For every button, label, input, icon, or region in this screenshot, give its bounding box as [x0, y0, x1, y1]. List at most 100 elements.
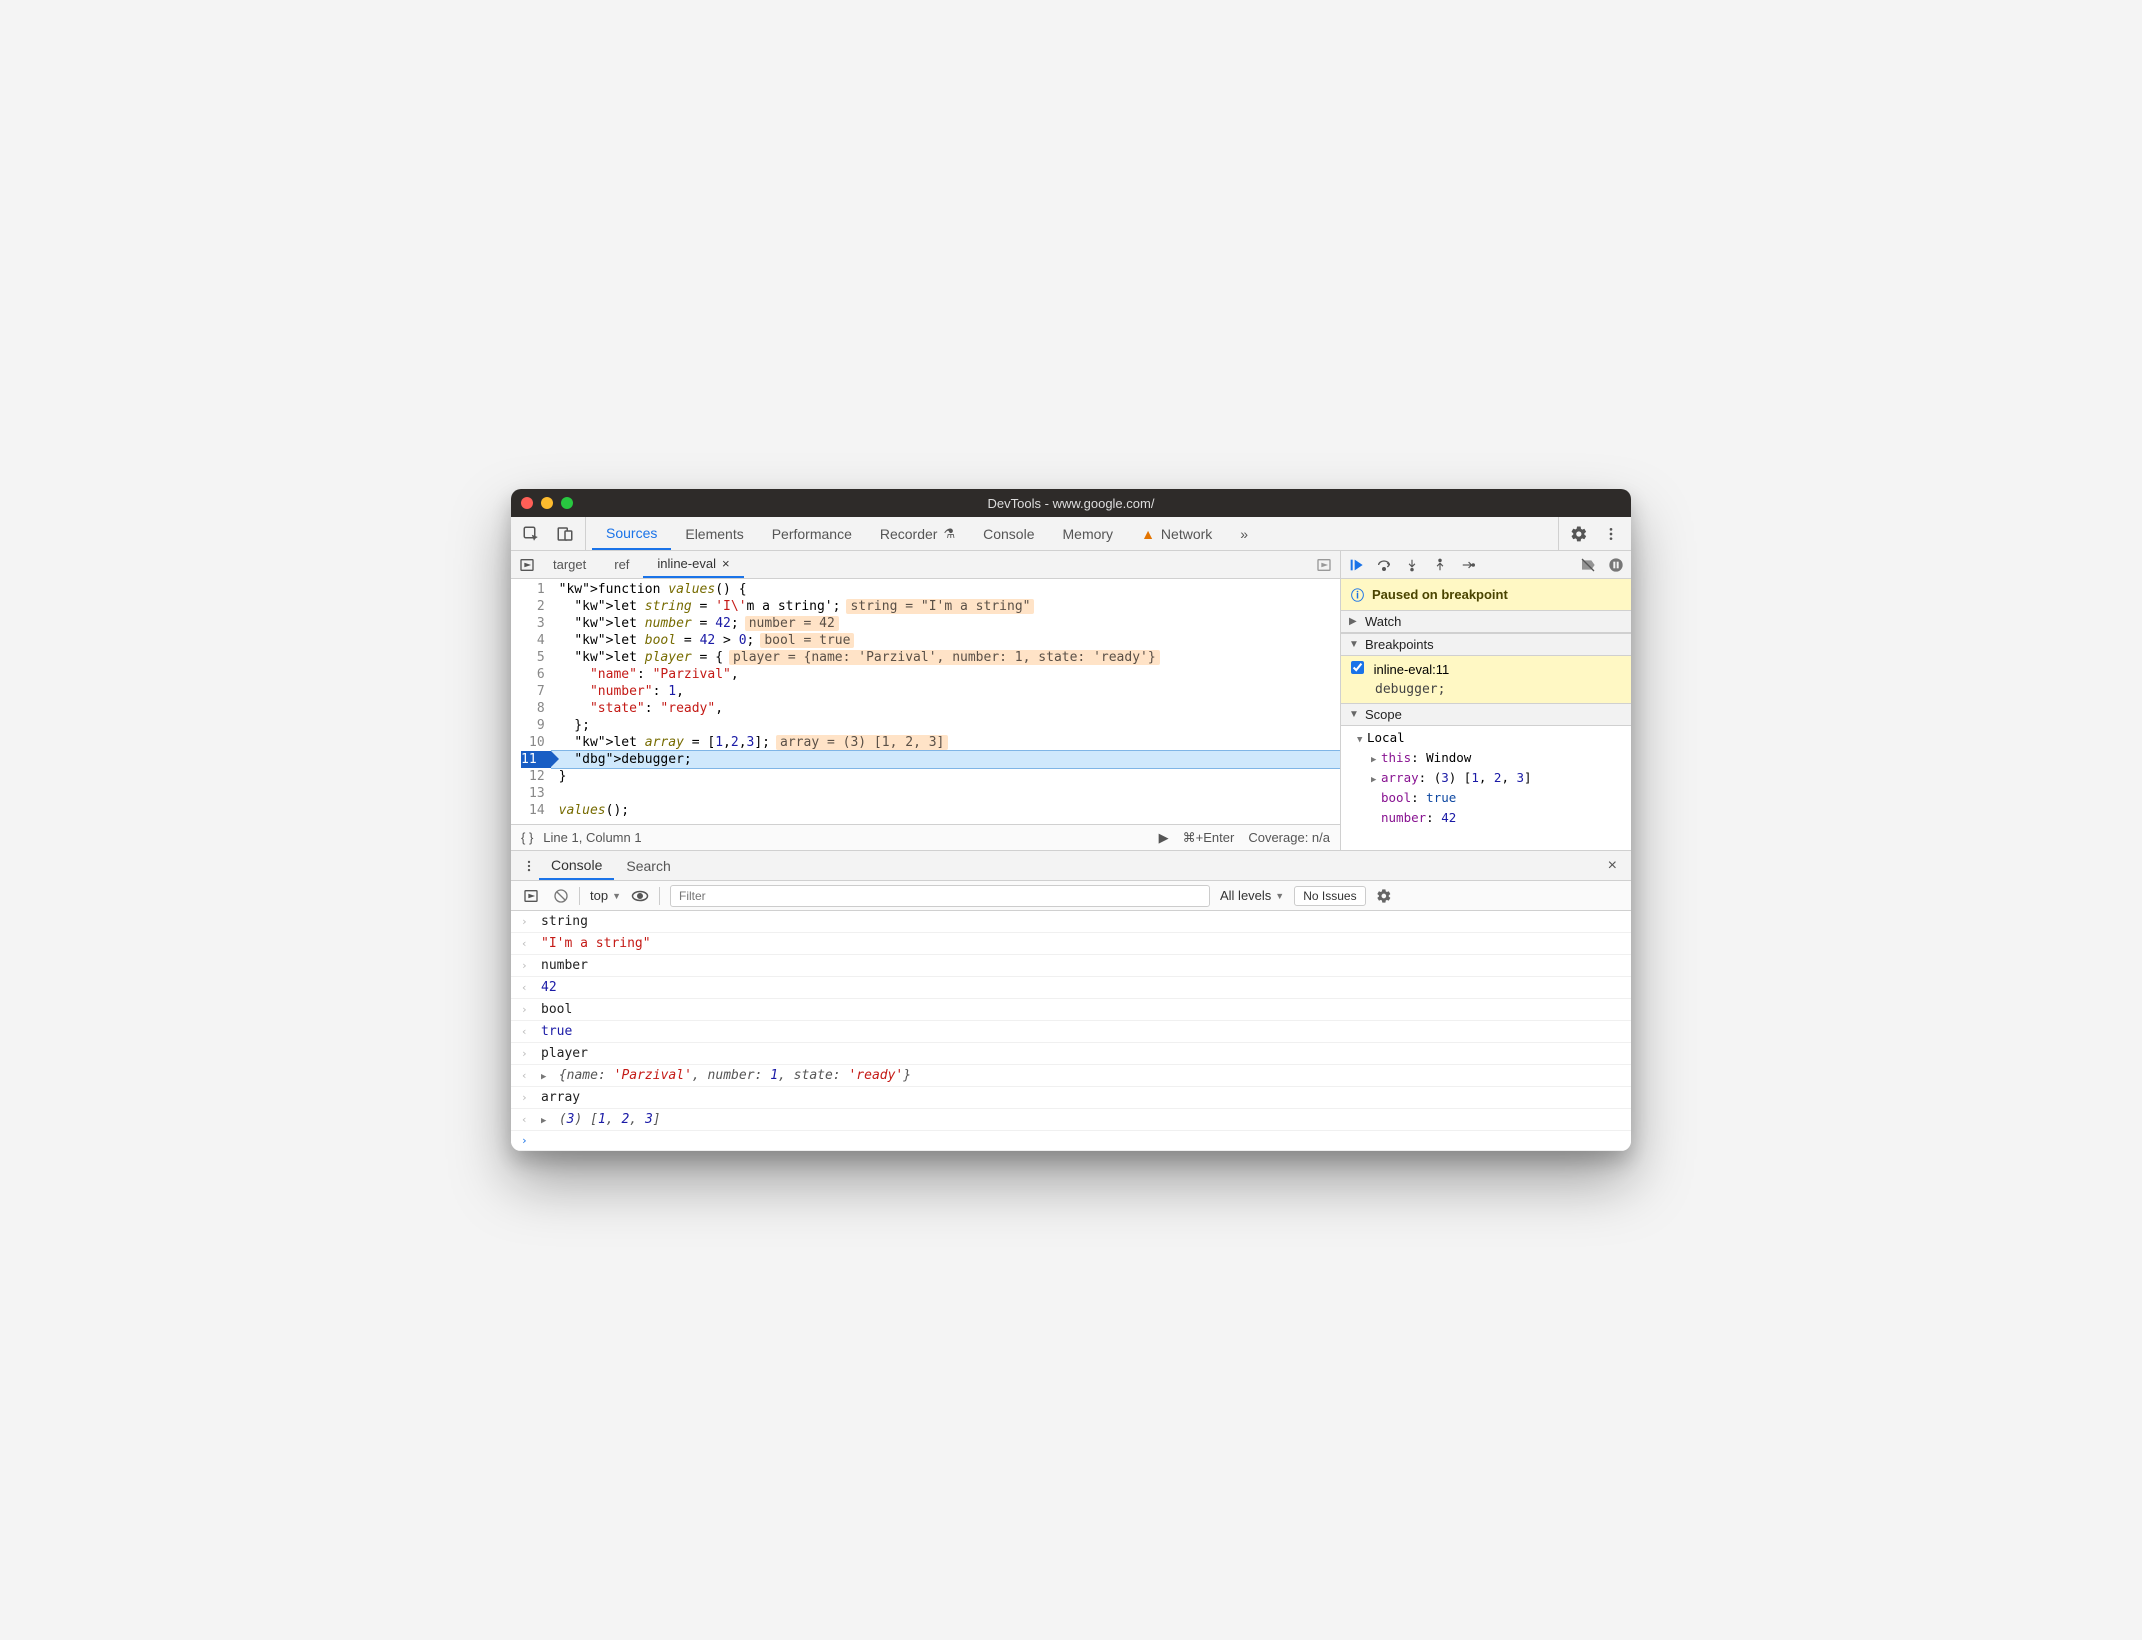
line-number[interactable]: 7	[521, 683, 545, 700]
panel-tab-network[interactable]: ▲Network	[1127, 517, 1226, 550]
console-row[interactable]: ‹"I'm a string"	[511, 933, 1631, 955]
navigator-toggle-icon[interactable]	[515, 557, 539, 573]
line-number[interactable]: 9	[521, 717, 545, 734]
scope-variable[interactable]: ▶this: Window	[1363, 748, 1631, 768]
line-number[interactable]: 12	[521, 768, 545, 785]
more-menu-icon[interactable]	[1601, 524, 1621, 544]
section-breakpoints[interactable]: ▼Breakpoints	[1341, 633, 1631, 656]
line-number[interactable]: 11	[521, 751, 551, 768]
code-line[interactable]: "number": 1,	[551, 683, 1340, 700]
deactivate-breakpoints-icon[interactable]	[1579, 556, 1597, 574]
code-line[interactable]: "dbg">debugger;	[551, 750, 1340, 769]
file-tab-ref[interactable]: ref	[600, 551, 643, 578]
code-line[interactable]: }	[551, 768, 1340, 785]
log-levels-selector[interactable]: All levels▼	[1220, 888, 1284, 903]
scope-variable[interactable]: bool: true	[1363, 788, 1631, 808]
breakpoint-checkbox[interactable]	[1351, 661, 1364, 674]
console-row[interactable]: ‹▶ {name: 'Parzival', number: 1, state: …	[511, 1065, 1631, 1087]
code-line[interactable]: };	[551, 717, 1340, 734]
drawer-close-icon[interactable]: ×	[1602, 857, 1623, 875]
code-line[interactable]: "kw">let array = [1,2,3];array = (3) [1,…	[551, 734, 1340, 751]
scope-variable[interactable]: ▶array: (3) [1, 2, 3]	[1363, 768, 1631, 788]
code-line[interactable]: "name": "Parzival",	[551, 666, 1340, 683]
issues-button[interactable]: No Issues	[1294, 886, 1365, 906]
code-line[interactable]: "kw">let bool = 42 > 0;bool = true	[551, 632, 1340, 649]
code-line[interactable]: "kw">let player = {player = {name: 'Parz…	[551, 649, 1340, 666]
drawer-menu-icon[interactable]	[519, 859, 539, 873]
step-over-icon[interactable]	[1375, 556, 1393, 574]
scope-group[interactable]: ▼Local	[1349, 728, 1631, 748]
code-line[interactable]: values();	[551, 802, 1340, 819]
panel-tab-sources[interactable]: Sources	[592, 517, 671, 550]
run-snippet-icon[interactable]: ▶	[1159, 830, 1169, 846]
overflow-tabs-icon[interactable]: »	[1226, 517, 1262, 550]
editor-column: targetrefinline-eval× 123456789101112131…	[511, 551, 1341, 850]
code-line[interactable]: "kw">function values() {	[551, 581, 1340, 598]
console-row[interactable]: ‹▶ (3) [1, 2, 3]	[511, 1109, 1631, 1131]
step-into-icon[interactable]	[1403, 556, 1421, 574]
line-number[interactable]: 2	[521, 598, 545, 615]
console-output[interactable]: ›string‹"I'm a string"›number‹42›bool‹tr…	[511, 911, 1631, 1151]
resume-icon[interactable]	[1347, 556, 1365, 574]
pause-on-exceptions-icon[interactable]	[1607, 556, 1625, 574]
output-marker-icon: ‹	[521, 981, 533, 994]
console-row[interactable]: ›array	[511, 1087, 1631, 1109]
console-prompt[interactable]: ›	[511, 1131, 1631, 1151]
console-row[interactable]: ‹42	[511, 977, 1631, 999]
console-settings-icon[interactable]	[1376, 888, 1392, 904]
scope-variable[interactable]: number: 42	[1363, 808, 1631, 828]
line-number[interactable]: 5	[521, 649, 545, 666]
breakpoint-item[interactable]: inline-eval:11 debugger;	[1341, 656, 1631, 703]
console-row[interactable]: ›player	[511, 1043, 1631, 1065]
line-number[interactable]: 13	[521, 785, 545, 802]
section-watch[interactable]: ▶Watch	[1341, 611, 1631, 633]
drawer-tab-search[interactable]: Search	[614, 851, 682, 880]
console-row[interactable]: ›number	[511, 955, 1631, 977]
prompt-icon: ›	[521, 1134, 533, 1147]
code-editor[interactable]: 1234567891011121314 "kw">function values…	[511, 579, 1340, 824]
code-line[interactable]: "kw">let string = 'I\'m a string';string…	[551, 598, 1340, 615]
code-line[interactable]: "kw">let number = 42;number = 42	[551, 615, 1340, 632]
line-number[interactable]: 4	[521, 632, 545, 649]
output-marker-icon: ‹	[521, 1069, 533, 1082]
panel-tab-console[interactable]: Console	[969, 517, 1048, 550]
line-number[interactable]: 3	[521, 615, 545, 632]
console-row[interactable]: ‹true	[511, 1021, 1631, 1043]
console-row[interactable]: ›bool	[511, 999, 1631, 1021]
line-number[interactable]: 6	[521, 666, 545, 683]
settings-icon[interactable]	[1569, 524, 1589, 544]
info-icon: ⓘ	[1351, 585, 1364, 604]
minimize-window-button[interactable]	[541, 497, 553, 509]
panel-tab-performance[interactable]: Performance	[758, 517, 866, 550]
pretty-print-icon[interactable]: { }	[521, 830, 533, 845]
step-out-icon[interactable]	[1431, 556, 1449, 574]
line-number[interactable]: 14	[521, 802, 545, 819]
device-toolbar-icon[interactable]	[555, 524, 575, 544]
panel-tab-memory[interactable]: Memory	[1049, 517, 1128, 550]
file-tab-target[interactable]: target	[539, 551, 600, 578]
step-icon[interactable]	[1459, 556, 1477, 574]
drawer-tab-console[interactable]: Console	[539, 851, 614, 880]
filter-input[interactable]	[670, 885, 1210, 907]
section-scope[interactable]: ▼Scope	[1341, 703, 1631, 726]
line-number[interactable]: 10	[521, 734, 545, 751]
console-sidebar-toggle-icon[interactable]	[519, 888, 543, 904]
panel-tab-elements[interactable]: Elements	[671, 517, 757, 550]
line-number[interactable]: 1	[521, 581, 545, 598]
clear-console-icon[interactable]	[553, 888, 569, 904]
panel-tab-recorder[interactable]: Recorder⚗	[866, 517, 969, 550]
close-tab-icon[interactable]: ×	[722, 556, 730, 571]
context-selector[interactable]: top▼	[590, 888, 621, 903]
output-marker-icon: ‹	[521, 1113, 533, 1126]
code-line[interactable]	[551, 785, 1340, 802]
line-number[interactable]: 8	[521, 700, 545, 717]
drawer-tabbar: ConsoleSearch ×	[511, 851, 1631, 881]
code-line[interactable]: "state": "ready",	[551, 700, 1340, 717]
inspect-element-icon[interactable]	[521, 524, 541, 544]
file-tab-inline-eval[interactable]: inline-eval×	[643, 551, 743, 578]
maximize-window-button[interactable]	[561, 497, 573, 509]
close-window-button[interactable]	[521, 497, 533, 509]
console-row[interactable]: ›string	[511, 911, 1631, 933]
live-expression-icon[interactable]	[631, 889, 649, 903]
debugger-toggle-icon[interactable]	[1312, 557, 1336, 573]
